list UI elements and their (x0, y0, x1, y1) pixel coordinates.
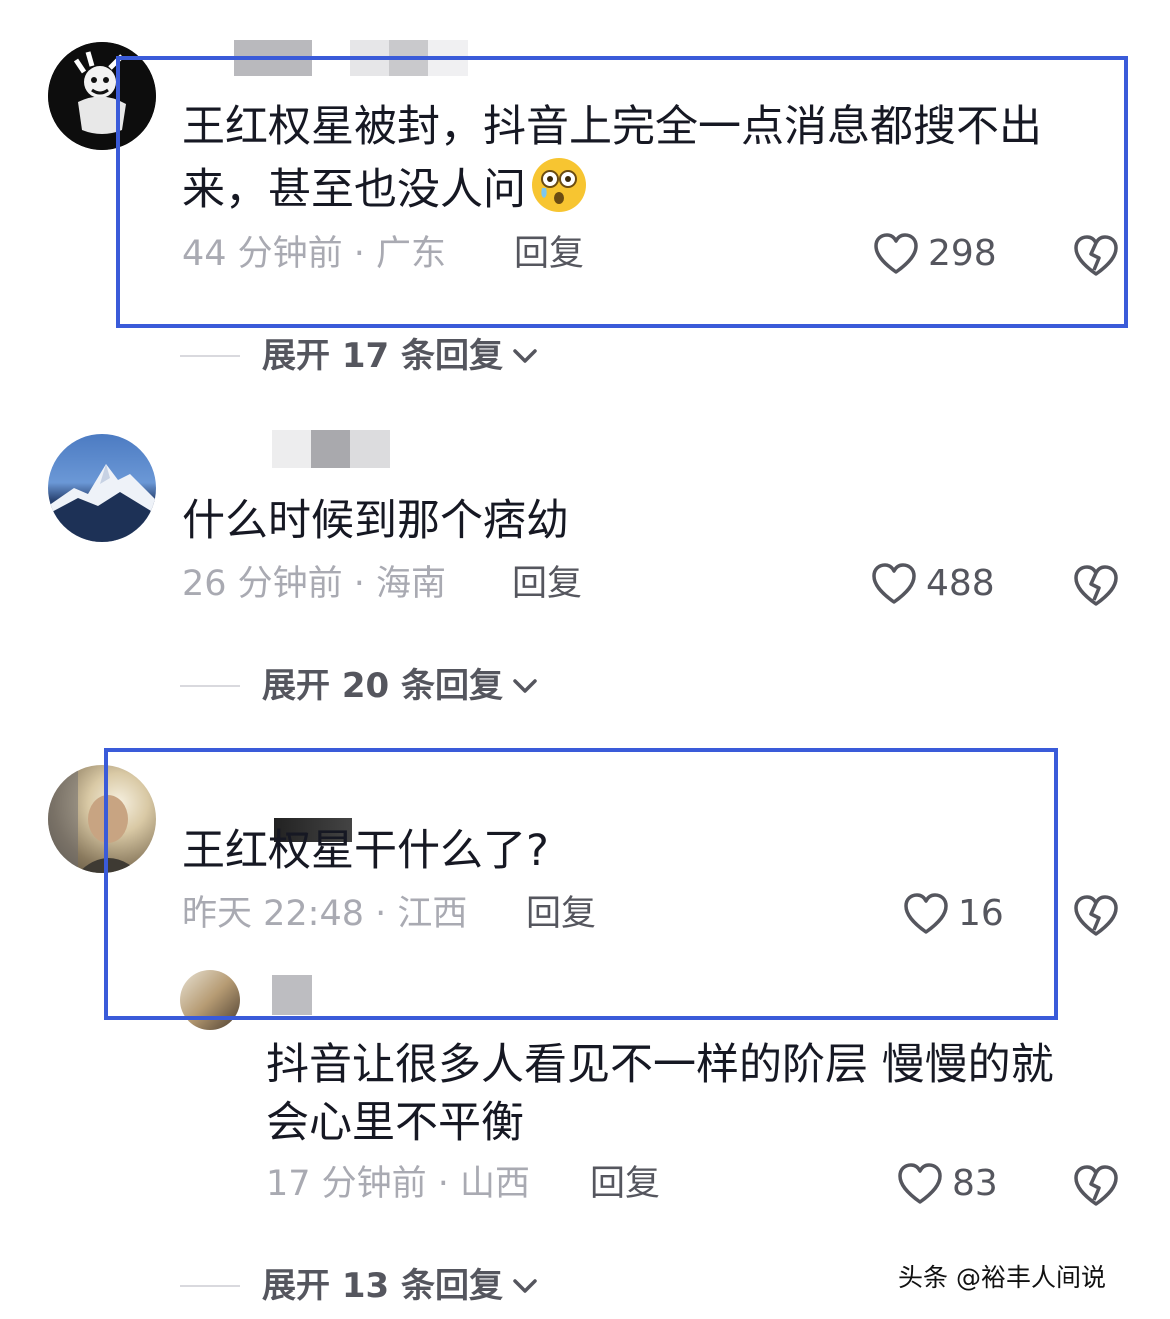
like-count: 488 (926, 563, 995, 604)
comment-time-location: 26 分钟前 · 海南 (182, 564, 447, 604)
reply-button[interactable]: 回复 (512, 564, 582, 604)
comment-text: 什么时候到那个痞幼 (182, 496, 569, 546)
username-blurred (272, 430, 390, 468)
dislike-button[interactable] (1072, 1162, 1120, 1210)
expand-replies-label: 展开 17 条回复 (262, 336, 503, 376)
heart-icon (872, 563, 916, 604)
dislike-button[interactable] (1072, 892, 1120, 940)
reply-button[interactable]: 回复 (590, 1164, 660, 1204)
expand-replies-button[interactable]: 展开 20 条回复 (180, 664, 541, 708)
heart-icon (898, 1163, 942, 1204)
like-button[interactable]: 83 (896, 1160, 998, 1208)
expand-replies-label: 展开 13 条回复 (262, 1266, 503, 1306)
reply-text: 抖音让很多人看见不一样的阶层 慢慢的就 会心里不平衡 (266, 1040, 1054, 1148)
expand-replies-button[interactable]: 展开 17 条回复 (180, 334, 541, 378)
like-button[interactable]: 488 (870, 560, 995, 608)
expand-replies-button[interactable]: 展开 13 条回复 (180, 1264, 541, 1308)
divider-line (180, 1285, 240, 1287)
chevron-down-icon (513, 349, 537, 363)
like-count: 83 (952, 1163, 998, 1204)
reply-time-location: 17 分钟前 · 山西 (266, 1164, 531, 1204)
broken-heart-icon (1074, 1165, 1118, 1206)
broken-heart-icon (1074, 565, 1118, 606)
broken-heart-icon (1074, 895, 1118, 936)
user-avatar[interactable] (48, 434, 156, 542)
highlight-box (104, 748, 1058, 1020)
watermark: 头条 @裕丰人间说 (898, 1263, 1106, 1292)
dislike-button[interactable] (1072, 562, 1120, 610)
expand-replies-label: 展开 20 条回复 (262, 666, 503, 706)
divider-line (180, 355, 240, 357)
chevron-down-icon (513, 1279, 537, 1293)
chevron-down-icon (513, 679, 537, 693)
highlight-box (116, 56, 1128, 328)
divider-line (180, 685, 240, 687)
